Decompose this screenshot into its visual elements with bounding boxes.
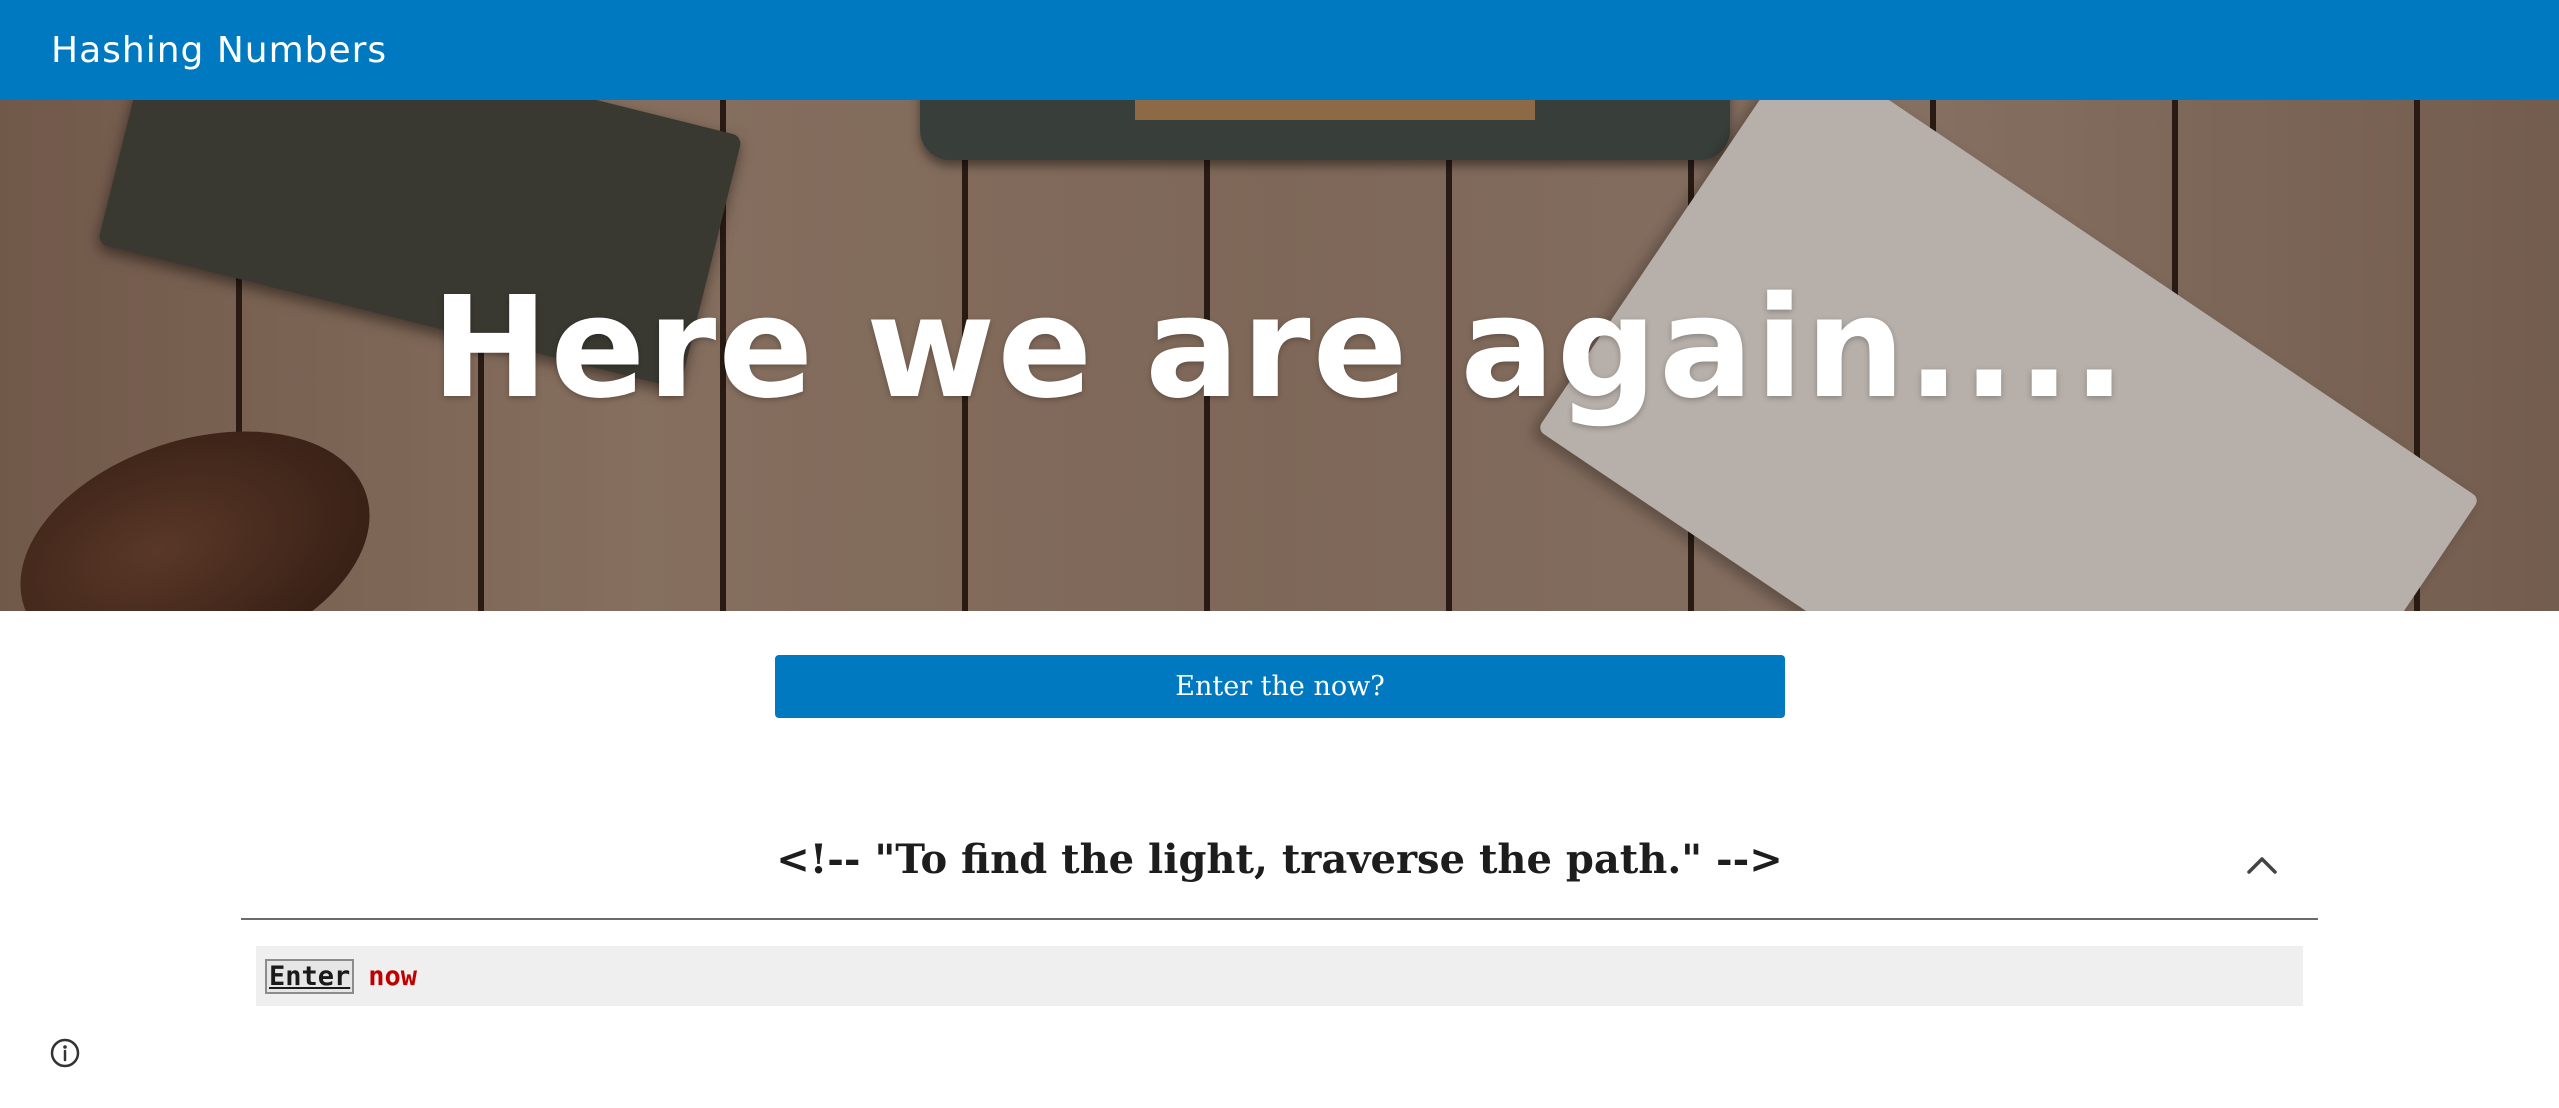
code-block: Enter now [256,946,2303,1006]
collapsible-section-header[interactable]: <!-- "To find the light, traverse the pa… [241,820,2318,920]
info-icon[interactable] [48,1036,82,1070]
code-keyword: now [368,960,418,992]
section-title: <!-- "To find the light, traverse the pa… [776,836,1783,883]
hero-banner: Here we are again.... [0,100,2559,611]
chevron-up-icon[interactable] [2244,848,2280,884]
enter-code-link[interactable]: Enter [265,958,355,994]
top-nav-bar: Hashing Numbers [0,0,2559,100]
hero-heading: Here we are again.... [431,267,2128,430]
site-title[interactable]: Hashing Numbers [51,30,387,71]
enter-now-button[interactable]: Enter the now? [775,655,1785,718]
